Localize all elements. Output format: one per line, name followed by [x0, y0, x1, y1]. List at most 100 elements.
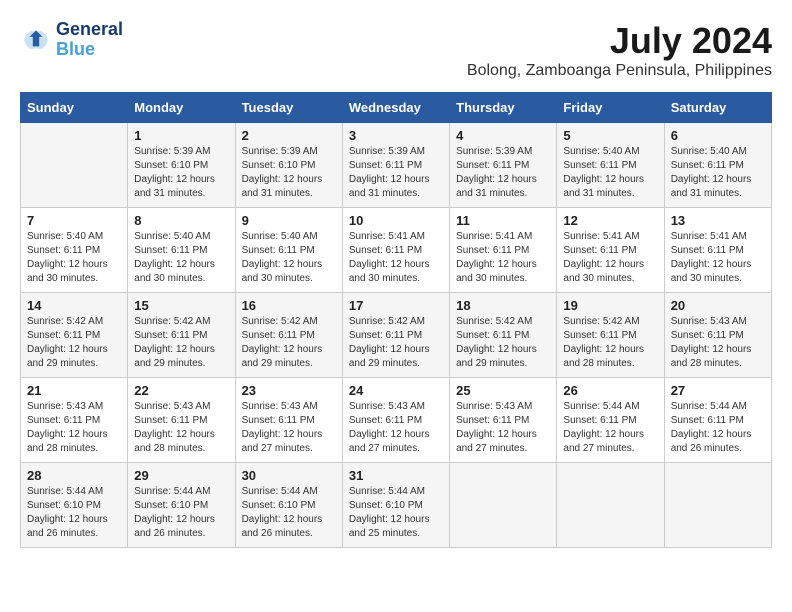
calendar-cell: 2 Sunrise: 5:39 AMSunset: 6:10 PMDaylight… — [235, 123, 342, 208]
calendar-cell: 17 Sunrise: 5:42 AMSunset: 6:11 PMDayligh… — [342, 293, 449, 378]
calendar-week-row: 21 Sunrise: 5:43 AMSunset: 6:11 PMDayligh… — [21, 378, 772, 463]
day-number: 21 — [27, 383, 121, 398]
day-info: Sunrise: 5:41 AMSunset: 6:11 PMDaylight:… — [671, 230, 765, 286]
calendar-cell: 12 Sunrise: 5:41 AMSunset: 6:11 PMDayligh… — [557, 208, 664, 293]
calendar-cell: 20Sunrise: 5:43 AMSunset: 6:11 PMDayligh… — [664, 293, 771, 378]
weekday-header: Wednesday — [342, 93, 449, 123]
day-info: Sunrise: 5:43 AMSunset: 6:11 PMDaylight:… — [27, 400, 121, 456]
calendar-header: SundayMondayTuesdayWednesdayThursdayFrid… — [21, 93, 772, 123]
day-info: Sunrise: 5:39 AMSunset: 6:11 PMDaylight:… — [349, 145, 443, 201]
calendar-cell: 8 Sunrise: 5:40 AMSunset: 6:11 PMDaylight… — [128, 208, 235, 293]
calendar-cell — [557, 463, 664, 548]
month-title: July 2024 — [467, 20, 772, 62]
day-info: Sunrise: 5:40 AMSunset: 6:11 PMDaylight:… — [563, 145, 657, 201]
calendar-cell — [664, 463, 771, 548]
calendar-cell: 4 Sunrise: 5:39 AMSunset: 6:11 PMDaylight… — [450, 123, 557, 208]
day-number: 1 — [134, 128, 228, 143]
weekday-header: Friday — [557, 93, 664, 123]
calendar-week-row: 1 Sunrise: 5:39 AMSunset: 6:10 PMDaylight… — [21, 123, 772, 208]
calendar-table: SundayMondayTuesdayWednesdayThursdayFrid… — [20, 92, 772, 548]
header-row: SundayMondayTuesdayWednesdayThursdayFrid… — [21, 93, 772, 123]
day-number: 18 — [456, 298, 550, 313]
day-number: 17 — [349, 298, 443, 313]
day-info: Sunrise: 5:44 AMSunset: 6:11 PMDaylight:… — [563, 400, 657, 456]
calendar-cell: 14Sunrise: 5:42 AMSunset: 6:11 PMDayligh… — [21, 293, 128, 378]
day-info: Sunrise: 5:43 AMSunset: 6:11 PMDaylight:… — [349, 400, 443, 456]
calendar-cell: 3 Sunrise: 5:39 AMSunset: 6:11 PMDaylight… — [342, 123, 449, 208]
logo-line1: General — [56, 20, 123, 40]
day-info: Sunrise: 5:43 AMSunset: 6:11 PMDaylight:… — [242, 400, 336, 456]
day-number: 26 — [563, 383, 657, 398]
calendar-cell: 7Sunrise: 5:40 AMSunset: 6:11 PMDaylight… — [21, 208, 128, 293]
title-section: July 2024 Bolong, Zamboanga Peninsula, P… — [467, 20, 772, 80]
day-info: Sunrise: 5:42 AMSunset: 6:11 PMDaylight:… — [27, 315, 121, 371]
day-number: 15 — [134, 298, 228, 313]
day-number: 22 — [134, 383, 228, 398]
calendar-week-row: 7 Sunrise: 5:40 AMSunset: 6:11 PMDaylight… — [21, 208, 772, 293]
calendar-cell: 23 Sunrise: 5:43 AMSunset: 6:11 PMDayligh… — [235, 378, 342, 463]
calendar-week-row: 14Sunrise: 5:42 AMSunset: 6:11 PMDayligh… — [21, 293, 772, 378]
day-number: 16 — [242, 298, 336, 313]
weekday-header: Tuesday — [235, 93, 342, 123]
calendar-cell: 13Sunrise: 5:41 AMSunset: 6:11 PMDayligh… — [664, 208, 771, 293]
day-info: Sunrise: 5:44 AMSunset: 6:10 PMDaylight:… — [242, 485, 336, 541]
day-number: 31 — [349, 468, 443, 483]
weekday-header: Sunday — [21, 93, 128, 123]
calendar-cell: 24 Sunrise: 5:43 AMSunset: 6:11 PMDayligh… — [342, 378, 449, 463]
day-info: Sunrise: 5:40 AMSunset: 6:11 PMDaylight:… — [242, 230, 336, 286]
day-number: 7 — [27, 213, 121, 228]
day-info: Sunrise: 5:43 AMSunset: 6:11 PMDaylight:… — [456, 400, 550, 456]
calendar-cell: 16 Sunrise: 5:42 AMSunset: 6:11 PMDayligh… — [235, 293, 342, 378]
day-number: 11 — [456, 213, 550, 228]
day-number: 3 — [349, 128, 443, 143]
day-number: 20 — [671, 298, 765, 313]
day-number: 8 — [134, 213, 228, 228]
day-number: 19 — [563, 298, 657, 313]
day-info: Sunrise: 5:39 AMSunset: 6:10 PMDaylight:… — [242, 145, 336, 201]
day-number: 30 — [242, 468, 336, 483]
day-info: Sunrise: 5:40 AMSunset: 6:11 PMDaylight:… — [671, 145, 765, 201]
calendar-cell: 5 Sunrise: 5:40 AMSunset: 6:11 PMDaylight… — [557, 123, 664, 208]
day-number: 10 — [349, 213, 443, 228]
calendar-cell — [450, 463, 557, 548]
calendar-week-row: 28 Sunrise: 5:44 AMSunset: 6:10 PMDayligh… — [21, 463, 772, 548]
day-info: Sunrise: 5:42 AMSunset: 6:11 PMDaylight:… — [134, 315, 228, 371]
calendar-cell: 22 Sunrise: 5:43 AMSunset: 6:11 PMDayligh… — [128, 378, 235, 463]
day-info: Sunrise: 5:41 AMSunset: 6:11 PMDaylight:… — [563, 230, 657, 286]
day-info: Sunrise: 5:41 AMSunset: 6:11 PMDaylight:… — [349, 230, 443, 286]
day-info: Sunrise: 5:41 AMSunset: 6:11 PMDaylight:… — [456, 230, 550, 286]
day-number: 24 — [349, 383, 443, 398]
day-number: 12 — [563, 213, 657, 228]
day-info: Sunrise: 5:42 AMSunset: 6:11 PMDaylight:… — [456, 315, 550, 371]
day-info: Sunrise: 5:42 AMSunset: 6:11 PMDaylight:… — [349, 315, 443, 371]
day-info: Sunrise: 5:42 AMSunset: 6:11 PMDaylight:… — [563, 315, 657, 371]
day-info: Sunrise: 5:39 AMSunset: 6:10 PMDaylight:… — [134, 145, 228, 201]
logo: General Blue — [20, 20, 123, 60]
day-info: Sunrise: 5:40 AMSunset: 6:11 PMDaylight:… — [134, 230, 228, 286]
calendar-cell: 10 Sunrise: 5:41 AMSunset: 6:11 PMDayligh… — [342, 208, 449, 293]
calendar-cell: 31Sunrise: 5:44 AMSunset: 6:10 PMDayligh… — [342, 463, 449, 548]
day-number: 2 — [242, 128, 336, 143]
day-info: Sunrise: 5:43 AMSunset: 6:11 PMDaylight:… — [134, 400, 228, 456]
day-number: 4 — [456, 128, 550, 143]
day-number: 6 — [671, 128, 765, 143]
day-number: 5 — [563, 128, 657, 143]
calendar-cell: 19 Sunrise: 5:42 AMSunset: 6:11 PMDayligh… — [557, 293, 664, 378]
location-title: Bolong, Zamboanga Peninsula, Philippines — [467, 62, 772, 80]
calendar-cell: 21 Sunrise: 5:43 AMSunset: 6:11 PMDayligh… — [21, 378, 128, 463]
logo-line2: Blue — [56, 40, 123, 60]
day-number: 9 — [242, 213, 336, 228]
day-number: 28 — [27, 468, 121, 483]
weekday-header: Saturday — [664, 93, 771, 123]
calendar-cell: 27Sunrise: 5:44 AMSunset: 6:11 PMDayligh… — [664, 378, 771, 463]
day-info: Sunrise: 5:44 AMSunset: 6:10 PMDaylight:… — [134, 485, 228, 541]
day-number: 23 — [242, 383, 336, 398]
day-info: Sunrise: 5:39 AMSunset: 6:11 PMDaylight:… — [456, 145, 550, 201]
calendar-cell: 1 Sunrise: 5:39 AMSunset: 6:10 PMDaylight… — [128, 123, 235, 208]
calendar-cell: 29Sunrise: 5:44 AMSunset: 6:10 PMDayligh… — [128, 463, 235, 548]
day-info: Sunrise: 5:42 AMSunset: 6:11 PMDaylight:… — [242, 315, 336, 371]
day-number: 25 — [456, 383, 550, 398]
day-info: Sunrise: 5:44 AMSunset: 6:11 PMDaylight:… — [671, 400, 765, 456]
calendar-cell — [21, 123, 128, 208]
calendar-cell: 26 Sunrise: 5:44 AMSunset: 6:11 PMDayligh… — [557, 378, 664, 463]
